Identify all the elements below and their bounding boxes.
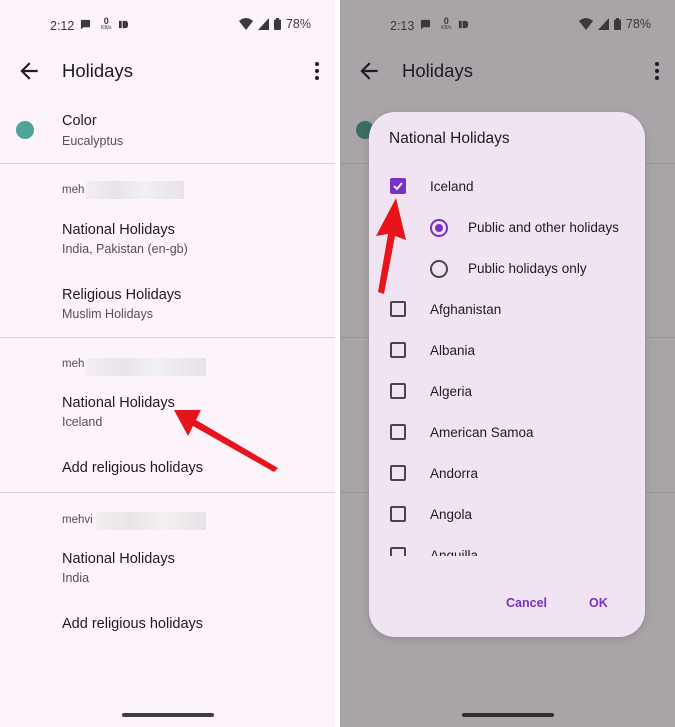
back-arrow-icon[interactable]	[16, 58, 42, 84]
signal-icon	[257, 18, 269, 30]
color-setting[interactable]: Color Eucalyptus	[0, 104, 335, 162]
battery-icon	[273, 18, 281, 30]
religious-holidays-setting[interactable]: Religious Holidays Muslim Holidays	[0, 282, 335, 328]
back-arrow-icon[interactable]	[356, 58, 382, 84]
more-vert-icon[interactable]	[311, 58, 323, 84]
status-time: 2:12	[50, 19, 75, 33]
account-email: meh	[62, 358, 85, 370]
ok-button[interactable]: OK	[589, 596, 608, 610]
wifi-icon	[238, 18, 253, 30]
checkbox[interactable]	[390, 424, 406, 440]
status-time: 2:13	[390, 19, 415, 33]
battery-level: 78%	[625, 17, 651, 31]
national-holidays-setting[interactable]: National Holidays Iceland	[0, 391, 335, 437]
left-screen: 2:12 0 KB/s 78% Holidays Color Eucalyptu…	[0, 0, 335, 727]
color-value: Eucalyptus	[62, 134, 124, 148]
status-bar: 2:13 0 KB/s 78%	[340, 0, 675, 52]
signal-icon	[597, 18, 609, 30]
chat-icon	[80, 19, 91, 29]
more-vert-icon[interactable]	[651, 58, 663, 84]
checkbox[interactable]	[390, 465, 406, 481]
national-holidays-dialog: National Holidays Iceland Public and oth…	[369, 112, 645, 637]
page-title: Holidays	[402, 60, 473, 81]
religious-holidays-value: Muslim Holidays	[62, 307, 153, 321]
add-religious-holidays-button[interactable]: Add religious holidays	[0, 608, 335, 654]
vpn-icon	[458, 20, 468, 28]
national-holidays-value: India, Pakistan (en-gb)	[62, 242, 188, 256]
color-swatch	[16, 121, 34, 139]
country-label: Iceland	[430, 179, 474, 194]
battery-icon	[613, 18, 621, 30]
page-title: Holidays	[62, 60, 133, 81]
app-bar: Holidays	[0, 50, 335, 92]
net-speed: 0 KB/s	[101, 16, 112, 32]
divider	[0, 492, 335, 493]
checkbox-checked[interactable]	[390, 178, 406, 194]
country-item-angola[interactable]: Angola	[369, 494, 645, 535]
redacted-email	[86, 181, 184, 199]
national-holidays-setting[interactable]: National Holidays India, Pakistan (en-gb…	[0, 217, 335, 263]
wifi-icon	[578, 18, 593, 30]
nav-handle[interactable]	[121, 713, 214, 717]
national-holidays-title: National Holidays	[62, 395, 175, 411]
divider	[0, 337, 335, 338]
country-label: Angola	[430, 507, 473, 522]
checkbox[interactable]	[390, 383, 406, 399]
divider	[0, 163, 335, 164]
checkbox[interactable]	[390, 342, 406, 358]
country-label: Anguilla	[430, 548, 479, 556]
dialog-title: National Holidays	[389, 130, 510, 147]
annotation-arrow-icon	[376, 198, 406, 294]
country-label: Andorra	[430, 466, 479, 481]
national-holidays-title: National Holidays	[62, 551, 175, 567]
check-icon	[393, 182, 403, 191]
battery-level: 78%	[285, 17, 311, 31]
radio-label: Public and other holidays	[468, 220, 619, 235]
vpn-icon	[118, 20, 128, 28]
checkbox[interactable]	[390, 301, 406, 317]
net-speed: 0 KB/s	[441, 16, 452, 32]
annotation-arrow-icon	[174, 410, 278, 472]
country-item-algeria[interactable]: Algeria	[369, 371, 645, 412]
national-holidays-value: India	[62, 571, 90, 585]
national-holidays-title: National Holidays	[62, 222, 175, 238]
redacted-email	[96, 512, 206, 530]
country-item-andorra[interactable]: Andorra	[369, 453, 645, 494]
radio-label: Public holidays only	[468, 261, 587, 276]
country-item-anguilla[interactable]: Anguilla	[369, 535, 645, 556]
radio-unselected[interactable]	[430, 260, 448, 278]
country-label: American Samoa	[430, 425, 534, 440]
cancel-button[interactable]: Cancel	[506, 596, 547, 610]
account-email: mehvi	[62, 514, 93, 526]
account-email: meh	[62, 184, 85, 196]
religious-holidays-title: Religious Holidays	[62, 287, 182, 303]
chat-icon	[420, 19, 431, 29]
checkbox[interactable]	[390, 506, 406, 522]
country-label: Albania	[430, 343, 476, 358]
country-label: Afghanistan	[430, 302, 502, 317]
status-bar: 2:12 0 KB/s 78%	[0, 0, 335, 52]
radio-selected[interactable]	[430, 219, 448, 237]
country-label: Algeria	[430, 384, 473, 399]
nav-handle[interactable]	[461, 713, 554, 717]
checkbox[interactable]	[390, 547, 406, 556]
country-item-albania[interactable]: Albania	[369, 330, 645, 371]
add-religious-holidays-label: Add religious holidays	[62, 616, 204, 632]
national-holidays-setting[interactable]: National Holidays India	[0, 546, 335, 592]
app-bar: Holidays	[340, 50, 675, 92]
national-holidays-value: Iceland	[62, 415, 103, 429]
color-title: Color	[62, 113, 97, 129]
redacted-email	[86, 358, 206, 376]
country-item-american-samoa[interactable]: American Samoa	[369, 412, 645, 453]
